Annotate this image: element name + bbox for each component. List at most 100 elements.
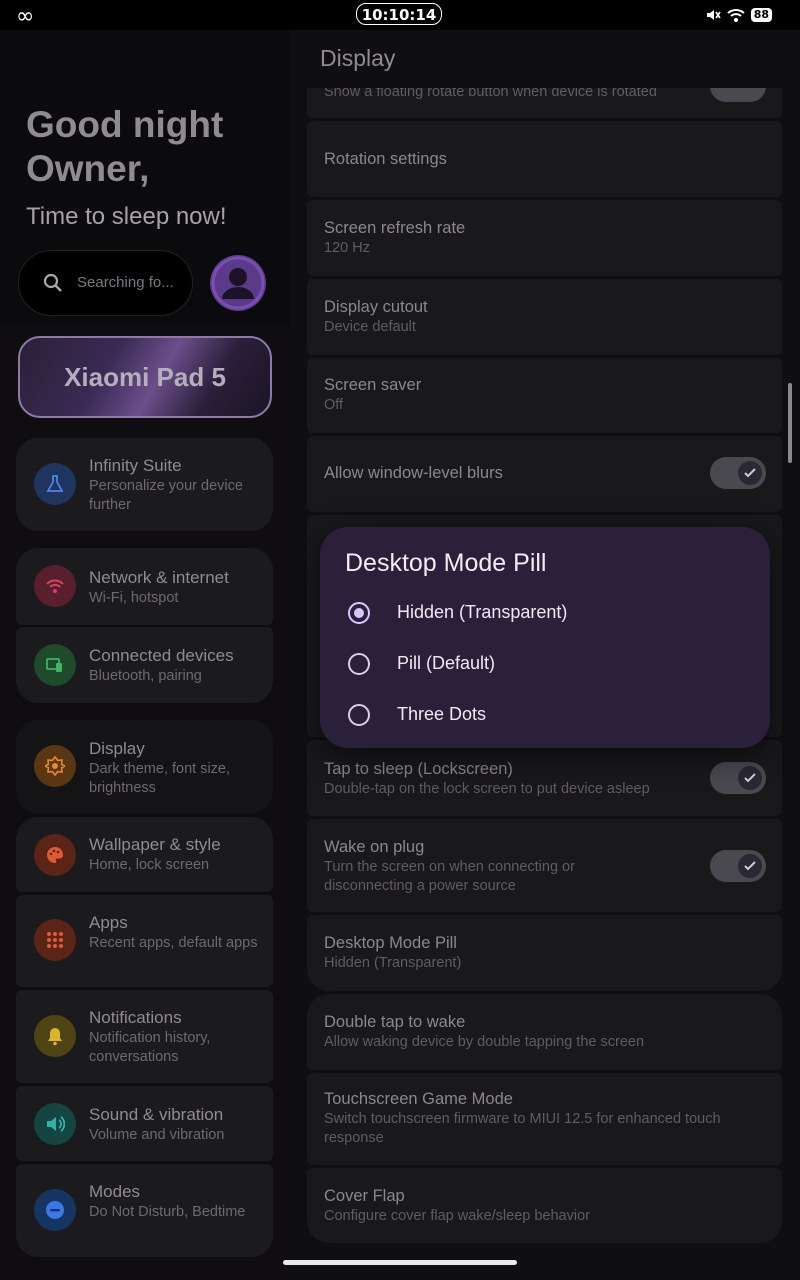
settings-row-title: Double tap to wake	[324, 1013, 466, 1031]
sidebar-item-title: Infinity Suite	[89, 456, 182, 475]
person-icon	[211, 256, 265, 310]
toggle-knob	[738, 854, 762, 878]
sidebar-item-subtitle: Recent apps, default apps	[89, 935, 258, 951]
settings-row-tap-to-sleep[interactable]: Tap to sleep (Lockscreen) Double-tap on …	[307, 740, 782, 816]
floating-rotate-toggle[interactable]	[710, 88, 766, 102]
settings-row-title: Touchscreen Game Mode	[324, 1090, 513, 1108]
sidebar-item-apps[interactable]: Apps Recent apps, default apps	[16, 895, 273, 987]
desktop-mode-pill-dialog: Desktop Mode Pill Hidden (Transparent) P…	[320, 527, 770, 748]
palette-icon	[34, 834, 76, 876]
sidebar-item-title: Wallpaper & style	[89, 835, 221, 854]
settings-row-subtitle: Turn the screen on when connecting or di…	[324, 859, 575, 894]
option-three-dots[interactable]: Three Dots	[344, 695, 744, 735]
sidebar-item-modes[interactable]: Modes Do Not Disturb, Bedtime	[16, 1164, 273, 1257]
window-blurs-toggle[interactable]	[710, 457, 766, 489]
option-label: Hidden (Transparent)	[397, 602, 568, 622]
sidebar-item-title: Connected devices	[89, 646, 234, 665]
radio-unselected[interactable]	[348, 704, 370, 726]
sidebar-item-title: Modes	[89, 1182, 141, 1201]
gesture-nav-handle[interactable]	[283, 1260, 517, 1265]
check-icon	[744, 468, 756, 478]
sidebar-item-subtitle: Home, lock screen	[89, 857, 210, 873]
wake-on-plug-toggle[interactable]	[710, 850, 766, 882]
greeting-subtitle: Time to sleep now!	[26, 203, 227, 230]
greeting-line-2: Owner,	[26, 148, 150, 189]
search-icon	[43, 273, 62, 292]
settings-row-touchscreen-game-mode[interactable]: Touchscreen Game Mode Switch touchscreen…	[307, 1073, 782, 1165]
sidebar-item-subtitle: Bluetooth, pairing	[89, 668, 202, 684]
sidebar-item-notifications[interactable]: Notifications Notification history, conv…	[16, 990, 273, 1083]
radio-unselected[interactable]	[348, 653, 370, 675]
device-card[interactable]: Xiaomi Pad 5	[18, 336, 272, 418]
settings-row-subtitle: 120 Hz	[324, 240, 370, 256]
sidebar-item-subtitle: Dark theme, font size, brightness	[89, 761, 231, 796]
settings-row-rotation[interactable]: Rotation settings	[307, 121, 782, 197]
option-hidden-transparent[interactable]: Hidden (Transparent)	[344, 593, 744, 633]
greeting-line-1: Good night	[26, 104, 224, 145]
sidebar-item-connected-devices[interactable]: Connected devices Bluetooth, pairing	[16, 627, 273, 703]
settings-row-title: Wake on plug	[324, 838, 425, 856]
settings-row-subtitle: Double-tap on the lock screen to put dev…	[324, 781, 650, 797]
sidebar-item-subtitle: Wi-Fi, hotspot	[89, 590, 179, 606]
settings-row-subtitle: Off	[324, 397, 344, 413]
sidebar-item-wallpaper[interactable]: Wallpaper & style Home, lock screen	[16, 817, 273, 892]
settings-row-desktop-mode-pill[interactable]: Desktop Mode Pill Hidden (Transparent)	[307, 915, 782, 991]
sidebar-item-title: Sound & vibration	[89, 1105, 224, 1124]
radio-selected[interactable]	[348, 602, 370, 624]
settings-row-subtitle: Show a floating rotate button when devic…	[324, 88, 657, 100]
search-placeholder: Searching fo...	[77, 274, 174, 291]
sidebar-item-subtitle: Notification history, conversations	[89, 1030, 211, 1065]
speaker-icon	[34, 1103, 76, 1145]
settings-row-screen-saver[interactable]: Screen saver Off	[307, 358, 782, 433]
dnd-icon	[34, 1189, 76, 1231]
infinity-icon: ∞	[16, 4, 35, 29]
sidebar-item-display[interactable]: Display Dark theme, font size, brightnes…	[16, 720, 273, 813]
tap-to-sleep-toggle[interactable]	[710, 762, 766, 794]
wifi-icon	[727, 9, 745, 22]
devices-icon	[34, 644, 76, 686]
settings-row-title: Desktop Mode Pill	[324, 934, 457, 952]
clock: 10:10:14	[356, 3, 442, 25]
settings-row-double-tap-wake[interactable]: Double tap to wake Allow waking device b…	[307, 994, 782, 1070]
settings-row-wake-on-plug[interactable]: Wake on plug Turn the screen on when con…	[307, 819, 782, 912]
settings-row-window-blurs[interactable]: Allow window-level blurs	[307, 436, 782, 512]
status-icons: 88	[705, 6, 772, 24]
option-pill-default[interactable]: Pill (Default)	[344, 644, 744, 684]
check-icon	[744, 861, 756, 871]
search-bar[interactable]: Searching fo...	[18, 250, 193, 316]
mute-icon	[706, 10, 721, 20]
bell-icon	[34, 1015, 76, 1057]
settings-row-title: Rotation settings	[324, 150, 447, 168]
settings-row-cover-flap[interactable]: Cover Flap Configure cover flap wake/sle…	[307, 1168, 782, 1243]
settings-row-floating-rotate[interactable]: Show a floating rotate button when devic…	[307, 88, 782, 118]
settings-row-title: Display cutout	[324, 298, 428, 316]
settings-row-title: Screen saver	[324, 376, 422, 394]
settings-row-subtitle: Configure cover flap wake/sleep behavior	[324, 1208, 590, 1224]
settings-row-subtitle: Allow waking device by double tapping th…	[324, 1034, 645, 1050]
settings-row-subtitle: Hidden (Transparent)	[324, 955, 462, 971]
flask-icon	[34, 463, 76, 505]
device-name: Xiaomi Pad 5	[64, 362, 226, 392]
avatar[interactable]	[210, 255, 266, 311]
apps-grid-icon	[34, 919, 76, 961]
sidebar-item-sound[interactable]: Sound & vibration Volume and vibration	[16, 1086, 273, 1161]
brightness-icon	[34, 745, 76, 787]
settings-row-refresh-rate[interactable]: Screen refresh rate 120 Hz	[307, 200, 782, 276]
sidebar-item-subtitle: Do Not Disturb, Bedtime	[89, 1204, 246, 1220]
dialog-title: Desktop Mode Pill	[345, 549, 547, 577]
settings-row-display-cutout[interactable]: Display cutout Device default	[307, 279, 782, 355]
settings-row-subtitle: Device default	[324, 319, 416, 335]
option-label: Three Dots	[397, 704, 487, 724]
scrollbar[interactable]	[788, 383, 792, 463]
settings-row-title: Cover Flap	[324, 1187, 405, 1205]
settings-row-subtitle: Switch touchscreen firmware to MIUI 12.5…	[324, 1111, 721, 1146]
sidebar-item-subtitle: Personalize your device further	[89, 478, 243, 513]
status-bar: ∞ 10:10:14 88	[0, 0, 800, 30]
settings-row-title: Screen refresh rate	[324, 219, 466, 237]
toggle-knob	[738, 461, 762, 485]
check-icon	[744, 773, 756, 783]
sidebar-item-infinity-suite[interactable]: Infinity Suite Personalize your device f…	[16, 438, 273, 531]
sidebar-item-network[interactable]: Network & internet Wi-Fi, hotspot	[16, 548, 273, 625]
sidebar-item-title: Apps	[89, 913, 128, 932]
sidebar-item-title: Network & internet	[89, 568, 229, 587]
